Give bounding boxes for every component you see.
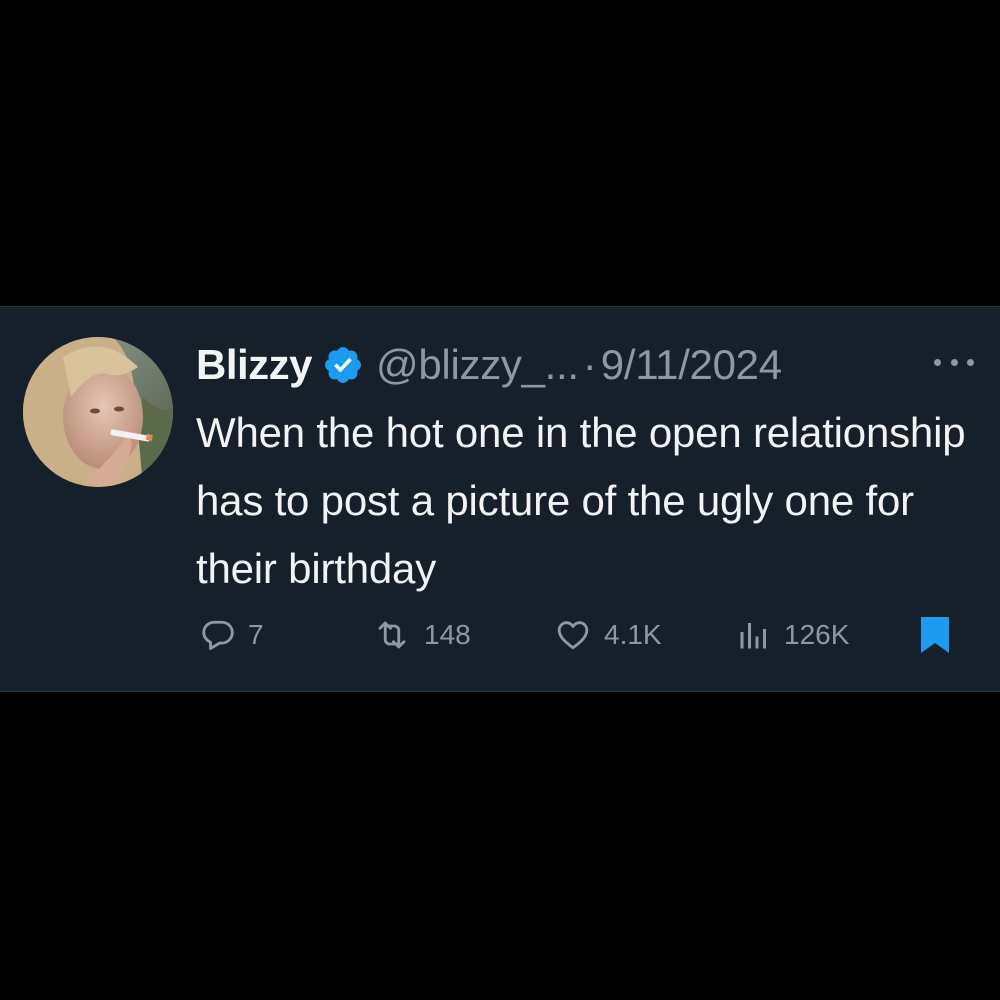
author-handle[interactable]: @blizzy_... — [376, 341, 579, 389]
verified-badge-icon — [322, 344, 364, 386]
retweet-button[interactable]: 148 — [372, 613, 471, 657]
like-count: 4.1K — [604, 619, 662, 650]
views-button[interactable]: 126K — [736, 613, 849, 657]
tweet-date[interactable]: 9/11/2024 — [601, 341, 782, 389]
avatar[interactable] — [23, 337, 173, 487]
tweet-actions: 7 148 4.1K 126K — [196, 613, 966, 657]
separator-dot: · — [582, 341, 597, 388]
retweet-icon — [372, 617, 412, 653]
author-name[interactable]: Blizzy — [196, 341, 313, 389]
tweet-text: When the hot one in the open relationshi… — [196, 409, 966, 592]
bookmark-button[interactable] — [919, 613, 951, 657]
reply-count: 7 — [248, 619, 264, 650]
more-icon[interactable] — [934, 347, 974, 377]
bookmark-icon — [919, 615, 951, 655]
tweet-header: Blizzy @blizzy_... · 9/11/2024 — [196, 337, 782, 393]
like-button[interactable]: 4.1K — [554, 613, 662, 657]
reply-button[interactable]: 7 — [200, 613, 264, 657]
tweet-card[interactable]: Blizzy @blizzy_... · 9/11/2024 When the … — [0, 306, 1000, 692]
heart-icon — [554, 617, 592, 653]
views-count: 126K — [784, 619, 850, 650]
views-icon — [736, 617, 772, 653]
retweet-count: 148 — [424, 619, 471, 650]
reply-icon — [200, 617, 236, 653]
